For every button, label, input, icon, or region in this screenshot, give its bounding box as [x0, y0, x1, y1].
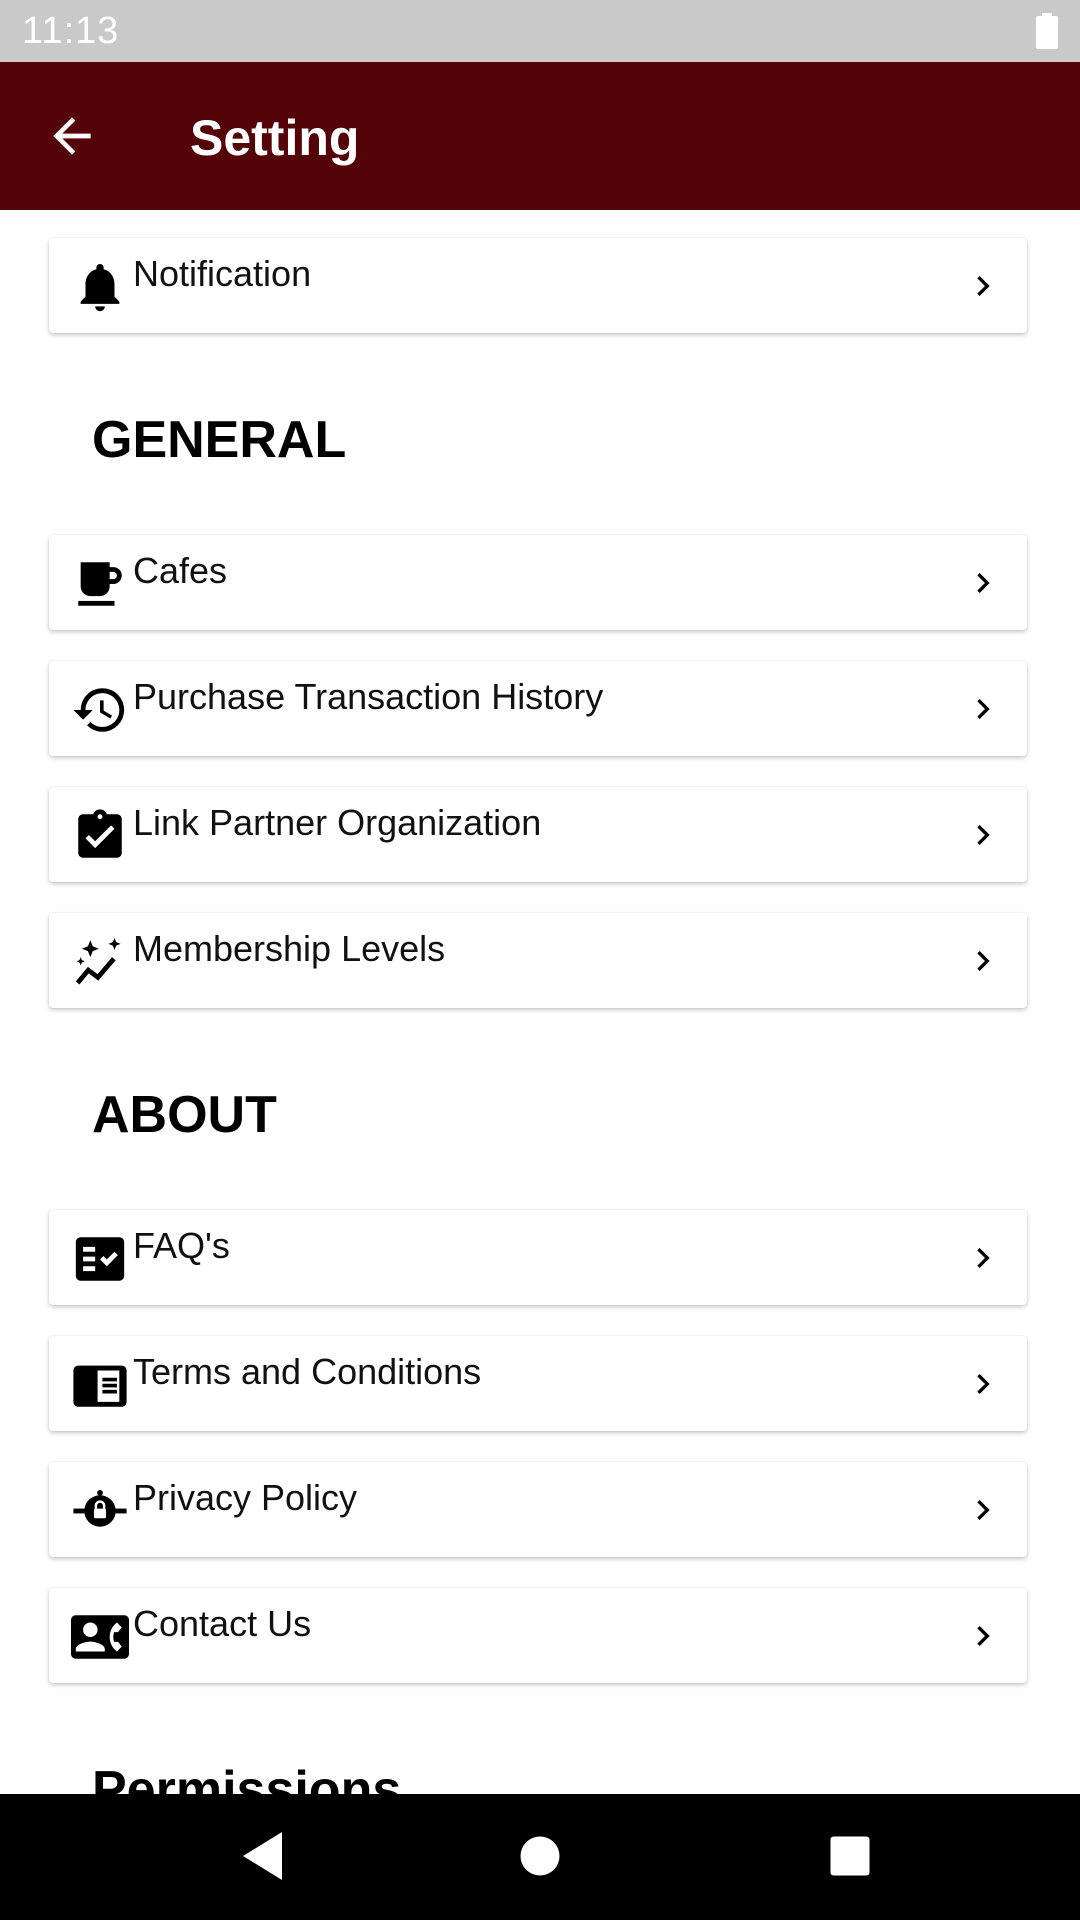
link-partner-item[interactable]: Link Partner Organization [49, 787, 1027, 882]
chevron-right-icon [977, 573, 990, 593]
membership-levels-label: Membership Levels [133, 928, 446, 969]
purchase-history-item[interactable]: Purchase Transaction History [49, 661, 1027, 756]
document-icon [73, 1365, 127, 1407]
faqs-label: FAQ's [133, 1225, 230, 1266]
page-title: Setting [190, 110, 360, 166]
battery-icon [1036, 13, 1058, 49]
permissions-heading: Permissions [92, 1761, 402, 1794]
clipboard-check-icon [78, 809, 122, 858]
general-heading: GENERAL [92, 411, 347, 469]
chevron-right-icon [977, 825, 990, 845]
status-time: 11:13 [22, 10, 120, 52]
privacy-policy-item[interactable]: Privacy Policy [49, 1462, 1027, 1557]
history-icon [73, 688, 125, 732]
chevron-right-icon [977, 1500, 990, 1520]
chevron-right-icon [977, 951, 990, 971]
contact-card-icon [71, 1615, 129, 1659]
contact-us-item[interactable]: Contact Us [49, 1588, 1027, 1683]
bell-icon [80, 264, 120, 312]
notification-item[interactable]: Notification [49, 238, 1027, 333]
privacy-policy-label: Privacy Policy [133, 1477, 358, 1518]
status-bar: 11:13 [0, 0, 1080, 62]
cafes-item[interactable]: Cafes [49, 535, 1027, 630]
sparkle-trend-icon [75, 937, 121, 985]
faq-checklist-icon [75, 1237, 125, 1281]
terms-label: Terms and Conditions [133, 1351, 482, 1392]
chevron-right-icon [977, 1626, 990, 1646]
back-arrow-icon[interactable] [44, 108, 100, 164]
membership-levels-item[interactable]: Membership Levels [49, 913, 1027, 1008]
terms-item[interactable]: Terms and Conditions [49, 1336, 1027, 1431]
faqs-item[interactable]: FAQ's [49, 1210, 1027, 1305]
coffee-cup-icon [78, 562, 122, 606]
settings-list[interactable]: Notification GENERAL Cafes Purchase Tran… [0, 210, 1080, 1794]
chevron-right-icon [977, 1248, 990, 1268]
chevron-right-icon [977, 1374, 990, 1394]
link-partner-label: Link Partner Organization [133, 802, 542, 843]
chevron-right-icon [977, 276, 990, 296]
nav-home-icon[interactable] [504, 1820, 576, 1892]
about-heading: ABOUT [92, 1086, 277, 1144]
nav-recents-icon[interactable] [814, 1820, 886, 1892]
contact-us-label: Contact Us [133, 1603, 312, 1644]
privacy-lock-icon [73, 1489, 127, 1527]
cafes-label: Cafes [133, 550, 228, 591]
app-bar: Setting [0, 62, 1080, 210]
purchase-history-label: Purchase Transaction History [133, 676, 604, 717]
notification-label: Notification [133, 253, 312, 294]
system-nav-bar [0, 1794, 1080, 1920]
chevron-right-icon [977, 699, 990, 719]
nav-back-icon[interactable] [228, 1820, 300, 1892]
